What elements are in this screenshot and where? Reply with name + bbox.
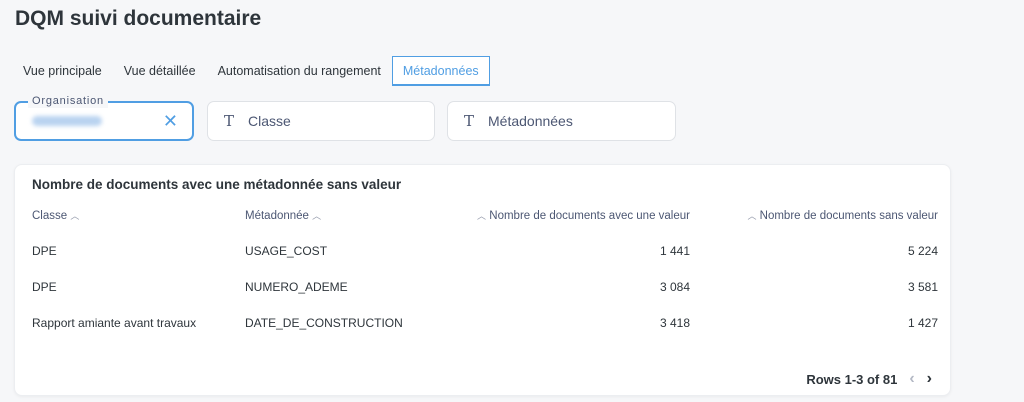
column-header-label: Métadonnée bbox=[245, 210, 309, 222]
metadonnees-filter[interactable]: T Métadonnées bbox=[447, 101, 676, 141]
column-header-label: Classe bbox=[32, 210, 68, 222]
column-header-avec-valeur[interactable]: ︿ Nombre de documents avec une valeur bbox=[477, 209, 690, 222]
table-cell[interactable]: 1 441 bbox=[660, 244, 690, 258]
organisation-filter-value bbox=[32, 116, 102, 126]
metadonnees-filter-label: Métadonnées bbox=[488, 113, 573, 129]
close-icon[interactable]: ✕ bbox=[163, 111, 178, 131]
results-card: Nombre de documents avec une métadonnée … bbox=[14, 164, 951, 396]
tab-vue-principale[interactable]: Vue principale bbox=[12, 56, 113, 86]
card-title: Nombre de documents avec une métadonnée … bbox=[32, 177, 402, 192]
tab-metadonnees[interactable]: Métadonnées bbox=[391, 56, 490, 86]
pagination-label: Rows 1-3 of 81 bbox=[806, 371, 898, 387]
tab-automatisation[interactable]: Automatisation du rangement bbox=[207, 56, 392, 86]
column-header-label: Nombre de documents sans valeur bbox=[759, 210, 938, 222]
pagination: Rows 1-3 of 81 ‹ › bbox=[806, 370, 932, 388]
text-t-icon: T bbox=[464, 112, 475, 130]
text-t-icon: T bbox=[224, 112, 235, 130]
sort-up-icon: ︿ bbox=[312, 211, 322, 221]
table-cell[interactable]: DPE bbox=[32, 280, 57, 294]
sort-up-icon: ︿ bbox=[747, 211, 757, 221]
organisation-filter-legend: Organisation bbox=[28, 94, 108, 108]
classe-filter[interactable]: T Classe bbox=[207, 101, 435, 141]
table-cell[interactable]: 5 224 bbox=[908, 244, 938, 258]
sort-up-icon: ︿ bbox=[477, 211, 487, 221]
column-header-label: Nombre de documents avec une valeur bbox=[489, 210, 690, 222]
table-cell[interactable]: 3 581 bbox=[908, 280, 938, 294]
table-cell[interactable]: 1 427 bbox=[908, 316, 938, 330]
table-cell[interactable]: Rapport amiante avant travaux bbox=[32, 316, 196, 330]
tab-bar: Vue principale Vue détaillée Automatisat… bbox=[12, 56, 490, 86]
tab-vue-detaillee[interactable]: Vue détaillée bbox=[113, 56, 207, 86]
classe-filter-label: Classe bbox=[248, 113, 291, 129]
sort-up-icon: ︿ bbox=[70, 211, 80, 221]
table-cell[interactable]: 3 418 bbox=[660, 316, 690, 330]
chevron-left-icon[interactable]: ‹ bbox=[909, 370, 914, 388]
table-cell[interactable]: DPE bbox=[32, 244, 57, 258]
column-header-metadonnee[interactable]: Métadonnée ︿ bbox=[245, 209, 321, 222]
column-header-sans-valeur[interactable]: ︿ Nombre de documents sans valeur bbox=[747, 209, 938, 222]
table-cell[interactable]: 3 084 bbox=[660, 280, 690, 294]
column-header-classe[interactable]: Classe ︿ bbox=[32, 209, 79, 222]
organisation-filter[interactable]: Organisation ✕ bbox=[14, 94, 194, 141]
table-cell[interactable]: DATE_DE_CONSTRUCTION bbox=[245, 316, 403, 330]
page-title: DQM suivi documentaire bbox=[15, 7, 262, 30]
table-cell[interactable]: NUMERO_ADEME bbox=[245, 280, 348, 294]
table-cell[interactable]: USAGE_COST bbox=[245, 244, 327, 258]
chevron-right-icon[interactable]: › bbox=[927, 370, 932, 388]
